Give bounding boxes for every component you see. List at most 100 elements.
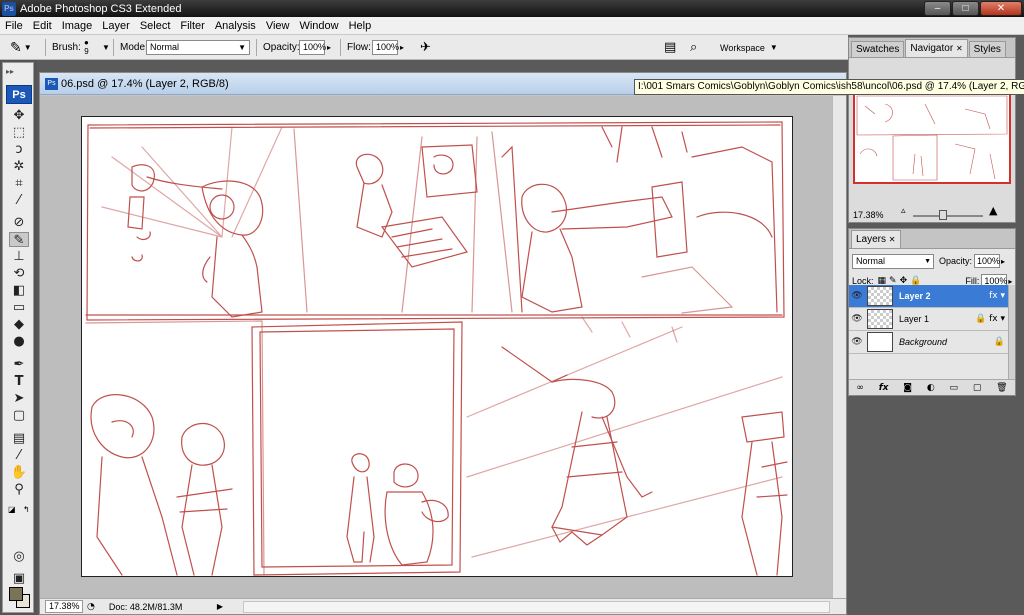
eye-icon[interactable]: 👁	[849, 314, 865, 324]
crop-tool-icon[interactable]: ⌗	[9, 176, 29, 191]
lock-icon: 🔒	[993, 337, 1005, 347]
close-icon[interactable]: ✕	[889, 235, 896, 244]
layer-row-background[interactable]: 👁 Background 🔒	[849, 331, 1009, 354]
zoom-level-input[interactable]: 17.38%	[45, 600, 83, 613]
type-tool-icon[interactable]: T	[9, 374, 29, 389]
menu-layer[interactable]: Layer	[97, 20, 135, 32]
history-brush-tool-icon[interactable]: ⟲	[9, 266, 29, 281]
eraser-tool-icon[interactable]: ◧	[9, 283, 29, 298]
foreground-color-swatch[interactable]	[9, 587, 23, 601]
zoom-preview-icon[interactable]: ◔	[87, 602, 95, 612]
tab-swatches[interactable]: Swatches	[851, 41, 905, 57]
slice-tool-icon[interactable]: ⁄	[9, 193, 29, 208]
tab-layers[interactable]: Layers ✕	[851, 230, 901, 248]
close-button[interactable]: ✕	[980, 1, 1022, 16]
clone-stamp-tool-icon[interactable]: ⊥	[9, 249, 29, 264]
dodge-tool-icon[interactable]: ●	[9, 334, 29, 349]
add-layer-style-icon[interactable]: fx	[879, 383, 889, 393]
close-icon[interactable]: ✕	[956, 44, 963, 53]
path-selection-tool-icon[interactable]: ➤	[9, 391, 29, 406]
lasso-tool-icon[interactable]: ↄ	[9, 142, 29, 157]
opacity-slider-arrow-icon[interactable]: ▸	[327, 43, 331, 52]
menu-file[interactable]: File	[0, 20, 28, 32]
brush-size-picker[interactable]: ● 9	[84, 35, 89, 60]
menu-help[interactable]: Help	[344, 20, 377, 32]
workspace-menu[interactable]: Workspace ▼	[720, 35, 778, 60]
menu-window[interactable]: Window	[294, 20, 343, 32]
airbrush-icon[interactable]: ✈	[420, 40, 431, 55]
default-colors-icon[interactable]: ◪	[8, 505, 16, 514]
flow-slider-arrow-icon[interactable]: ▸	[400, 43, 404, 52]
notes-tool-icon[interactable]: ▤	[9, 431, 29, 446]
blur-tool-icon[interactable]: ◆	[9, 317, 29, 332]
chevron-down-icon: ▼	[238, 43, 246, 52]
eye-icon[interactable]: 👁	[849, 291, 865, 301]
link-layers-icon[interactable]: ∞	[856, 383, 864, 393]
layer-opacity-input[interactable]: 100%	[974, 254, 1000, 268]
menu-filter[interactable]: Filter	[175, 20, 209, 32]
opacity-slider-arrow-icon[interactable]: ▸	[1001, 257, 1005, 266]
chevron-down-icon[interactable]: ▼	[102, 43, 110, 52]
healing-brush-tool-icon[interactable]: ⊘	[9, 215, 29, 230]
zoom-in-icon[interactable]: ▲	[989, 204, 997, 217]
adjustment-layer-icon[interactable]: ◐	[927, 383, 935, 393]
canvas[interactable]	[81, 116, 793, 577]
zoom-slider-thumb[interactable]	[939, 210, 947, 220]
brush-tool-icon[interactable]: ✎	[9, 232, 29, 248]
zoom-tool-icon[interactable]: ⚲	[9, 482, 29, 497]
pen-tool-icon[interactable]: ✒	[9, 357, 29, 372]
navigator-zoom-slider[interactable]	[913, 210, 983, 220]
tab-navigator[interactable]: Navigator ✕	[905, 39, 968, 57]
tab-styles[interactable]: Styles	[968, 41, 1006, 57]
mode-select[interactable]: Normal ▼	[146, 40, 250, 55]
menu-analysis[interactable]: Analysis	[210, 20, 261, 32]
opacity-input[interactable]: 100%	[299, 40, 326, 55]
marquee-tool-icon[interactable]: ⬚	[9, 125, 29, 140]
new-group-icon[interactable]: ▭	[949, 383, 958, 393]
tab-navigator-label: Navigator	[910, 43, 954, 54]
eyedropper-tool-icon[interactable]: ⁄	[9, 448, 29, 463]
status-menu-arrow-icon[interactable]: ▶	[217, 602, 223, 611]
bridge-icon[interactable]: ⌕	[690, 40, 697, 55]
layer-thumbnail	[867, 286, 893, 306]
navigator-zoom-value[interactable]: 17.38%	[853, 210, 893, 220]
hand-tool-icon[interactable]: ✋	[9, 465, 29, 480]
menu-view[interactable]: View	[261, 20, 295, 32]
layer-opacity-label: Opacity:	[939, 256, 973, 266]
palette-well-icon[interactable]: ▤	[664, 40, 676, 55]
eye-icon[interactable]: 👁	[849, 337, 865, 347]
vertical-scrollbar[interactable]	[832, 96, 846, 599]
screen-mode-icon[interactable]: ▣	[9, 571, 29, 586]
layer-row-layer-1[interactable]: 👁 Layer 1 🔒 fx ▾	[849, 308, 1009, 331]
flow-input[interactable]: 100%	[372, 40, 399, 55]
shape-tool-icon[interactable]: ▢	[9, 408, 29, 423]
navigator-preview[interactable]	[853, 92, 1011, 184]
layer-row-layer-2[interactable]: 👁 Layer 2 fx ▾	[849, 285, 1009, 308]
navigator-thumbnail	[856, 95, 1008, 181]
minimize-button[interactable]: –	[924, 1, 951, 16]
magic-wand-tool-icon[interactable]: ✲	[9, 159, 29, 174]
layer-name: Background	[899, 337, 948, 347]
move-tool-icon[interactable]: ✥	[9, 108, 29, 123]
zoom-out-icon[interactable]: ▵	[901, 206, 906, 216]
maximize-button[interactable]: □	[952, 1, 979, 16]
layer-effects-icon[interactable]: 🔒 fx ▾	[975, 314, 1005, 324]
gradient-tool-icon[interactable]: ▭	[9, 300, 29, 315]
menu-select[interactable]: Select	[135, 20, 176, 32]
tool-preset-picker[interactable]: ✎ ▼	[10, 35, 32, 60]
swap-colors-icon[interactable]: ↰	[23, 505, 30, 514]
delete-layer-icon[interactable]: 🗑	[996, 383, 1007, 393]
canvas-area[interactable]	[40, 96, 846, 599]
blend-mode-select[interactable]: Normal ▼	[852, 253, 934, 269]
brush-dot-icon: ●	[84, 38, 89, 47]
panel-grip-icon[interactable]: ▸▸	[6, 67, 14, 76]
layer-effects-icon[interactable]: fx ▾	[989, 291, 1005, 301]
layers-scrollbar[interactable]	[1008, 285, 1015, 379]
add-mask-icon[interactable]: ◙	[903, 383, 912, 393]
comic-sketch-artwork	[85, 121, 788, 576]
menu-image[interactable]: Image	[57, 20, 98, 32]
menu-edit[interactable]: Edit	[28, 20, 57, 32]
horizontal-scrollbar[interactable]	[243, 600, 830, 613]
quick-mask-icon[interactable]: ◎	[9, 549, 29, 564]
new-layer-icon[interactable]: ▢	[973, 383, 982, 393]
